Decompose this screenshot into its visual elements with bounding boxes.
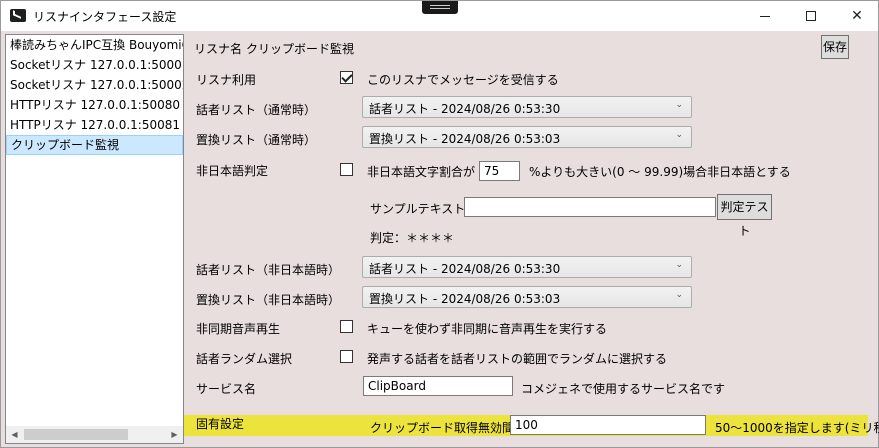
non-japanese-label: 非日本語判定	[196, 164, 269, 178]
replace-nonjp-select[interactable]: 置換リスト - 2024/08/26 0:53:03 ⌄	[362, 286, 692, 308]
async-play-label: 非同期音声再生	[196, 322, 281, 336]
maximize-icon	[806, 11, 816, 21]
snap-handle-icon[interactable]	[422, 1, 458, 14]
list-item[interactable]: Socketリスナ 127.0.0.1:50001	[6, 55, 183, 75]
judge-result: 判定：＊＊＊＊	[370, 231, 455, 245]
use-listener-text: このリスナでメッセージを受信する	[367, 73, 559, 87]
random-speaker-checkbox[interactable]	[340, 350, 353, 363]
chevron-down-icon: ⌄	[675, 130, 683, 140]
service-name-note: コメジェネで使用するサービス名です	[521, 382, 726, 396]
service-name-label: サービス名	[196, 382, 257, 396]
judge-test-button[interactable]: 判定テスト	[717, 194, 772, 238]
list-item[interactable]: HTTPリスナ 127.0.0.1:50081	[6, 115, 183, 135]
save-button[interactable]: 保存	[821, 35, 849, 59]
use-listener-checkbox[interactable]	[340, 71, 353, 84]
settings-window: リスナインタフェース設定 ✕ 棒読みちゃんIPC互換 BouyomiChan S…	[0, 0, 879, 448]
minimize-icon	[760, 15, 770, 17]
async-play-text: キューを使わず非同期に音声再生を実行する	[367, 322, 608, 336]
replace-normal-label: 置換リスト（通常時）	[196, 133, 317, 147]
chevron-down-icon: ⌄	[675, 100, 683, 110]
speaker-nonjp-value: 話者リスト - 2024/08/26 0:53:30	[369, 262, 561, 276]
list-item[interactable]: 棒読みちゃんIPC互換 BouyomiChan	[6, 35, 183, 55]
replace-nonjp-label: 置換リスト（非日本語時）	[196, 293, 341, 307]
replace-normal-select[interactable]: 置換リスト - 2024/08/26 0:53:03 ⌄	[362, 126, 692, 148]
scroll-left-icon[interactable]: ◀	[6, 426, 23, 443]
non-japanese-suffix: %よりも大きい(0 〜 99.99)場合非日本語とする	[529, 165, 791, 179]
list-item-selected[interactable]: クリップボード監視	[6, 135, 183, 155]
horizontal-scrollbar[interactable]: ◀ ▶	[6, 426, 183, 443]
chevron-down-icon: ⌄	[675, 260, 683, 270]
clipboard-interval-label: クリップボード取得無効間隔	[370, 421, 527, 435]
close-icon: ✕	[851, 8, 863, 24]
minimize-button[interactable]	[742, 1, 788, 31]
non-japanese-prefix: 非日本語文字割合が	[367, 165, 476, 179]
clipboard-interval-note: 50〜1000を指定します(ミリ秒)	[715, 421, 879, 435]
service-name-input[interactable]: ClipBoard	[363, 376, 513, 396]
speaker-normal-select[interactable]: 話者リスト - 2024/08/26 0:53:30 ⌄	[362, 96, 692, 118]
speaker-nonjp-select[interactable]: 話者リスト - 2024/08/26 0:53:30 ⌄	[362, 256, 692, 278]
specific-settings-label: 固有設定	[196, 417, 245, 431]
speaker-normal-value: 話者リスト - 2024/08/26 0:53:30	[369, 102, 561, 116]
close-button[interactable]: ✕	[834, 1, 879, 31]
scroll-right-icon[interactable]: ▶	[166, 426, 183, 443]
listener-list[interactable]: 棒読みちゃんIPC互換 BouyomiChan Socketリスナ 127.0.…	[5, 34, 184, 444]
use-listener-label: リスナ利用	[196, 73, 257, 87]
title-bar[interactable]: リスナインタフェース設定 ✕	[1, 1, 878, 31]
non-japanese-checkbox[interactable]	[340, 163, 353, 176]
random-speaker-text: 発声する話者を話者リストの範囲でランダムに選択する	[367, 352, 668, 366]
chevron-down-icon: ⌄	[675, 290, 683, 300]
speaker-nonjp-label: 話者リスト（非日本語時）	[196, 263, 341, 277]
sample-text-label: サンプルテキスト：	[370, 202, 478, 216]
listener-name-value: クリップボード監視	[246, 42, 355, 56]
scrollbar-thumb[interactable]	[24, 429, 128, 440]
random-speaker-label: 話者ランダム選択	[196, 352, 293, 366]
listener-name-label: リスナ名	[194, 42, 243, 56]
speaker-normal-label: 話者リスト（通常時）	[196, 103, 317, 117]
non-japanese-ratio-input[interactable]: 75	[479, 161, 520, 181]
list-item[interactable]: HTTPリスナ 127.0.0.1:50080	[6, 95, 183, 115]
list-item[interactable]: Socketリスナ 127.0.0.1:50002	[6, 75, 183, 95]
async-play-checkbox[interactable]	[340, 320, 353, 333]
maximize-button[interactable]	[788, 1, 834, 31]
sample-text-input[interactable]	[464, 197, 716, 217]
clipboard-interval-input[interactable]: 100	[510, 415, 706, 435]
app-icon	[10, 9, 26, 22]
window-title: リスナインタフェース設定	[33, 10, 177, 24]
replace-normal-value: 置換リスト - 2024/08/26 0:53:03	[369, 132, 561, 146]
replace-nonjp-value: 置換リスト - 2024/08/26 0:53:03	[369, 292, 561, 306]
